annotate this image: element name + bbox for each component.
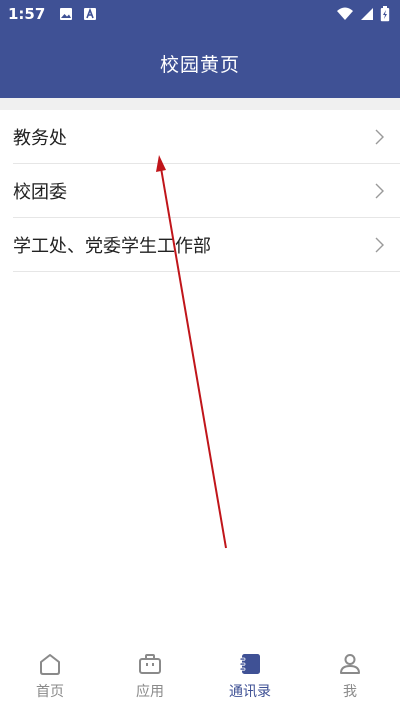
tab-label: 通讯录 <box>229 684 271 700</box>
list-item-label: 教务处 <box>13 127 67 149</box>
person-icon <box>340 654 360 674</box>
department-list: 教务处 校团委 学工处、党委学生工作部 <box>0 110 400 272</box>
section-divider <box>0 98 400 110</box>
font-icon <box>84 7 97 20</box>
bottom-tab-bar: 首页 应用 通讯录 我 <box>0 641 400 711</box>
signal-icon <box>361 8 373 20</box>
list-item-student-affairs[interactable]: 学工处、党委学生工作部 <box>13 218 400 272</box>
status-time: 1:57 <box>8 5 46 23</box>
status-bar: 1:57 <box>0 0 400 28</box>
chevron-right-icon <box>375 183 384 198</box>
tab-label: 我 <box>343 684 357 700</box>
home-icon <box>40 654 60 675</box>
tab-home[interactable]: 首页 <box>0 641 100 711</box>
image-icon <box>60 8 73 20</box>
tab-label: 首页 <box>36 684 64 700</box>
briefcase-icon <box>139 654 161 674</box>
list-item-academic-affairs[interactable]: 教务处 <box>13 110 400 164</box>
battery-icon <box>380 6 390 22</box>
app-header: 校园黄页 <box>0 28 400 98</box>
list-item-youth-league[interactable]: 校团委 <box>13 164 400 218</box>
tab-contacts[interactable]: 通讯录 <box>200 641 300 711</box>
list-item-label: 学工处、党委学生工作部 <box>13 235 211 257</box>
contacts-book-icon <box>239 654 260 674</box>
list-item-label: 校团委 <box>13 181 67 203</box>
tab-apps[interactable]: 应用 <box>100 641 200 711</box>
tab-me[interactable]: 我 <box>300 641 400 711</box>
page-title: 校园黄页 <box>159 53 240 76</box>
wifi-icon <box>337 7 353 20</box>
chevron-right-icon <box>375 129 384 144</box>
chevron-right-icon <box>375 237 384 252</box>
tab-label: 应用 <box>136 684 164 700</box>
